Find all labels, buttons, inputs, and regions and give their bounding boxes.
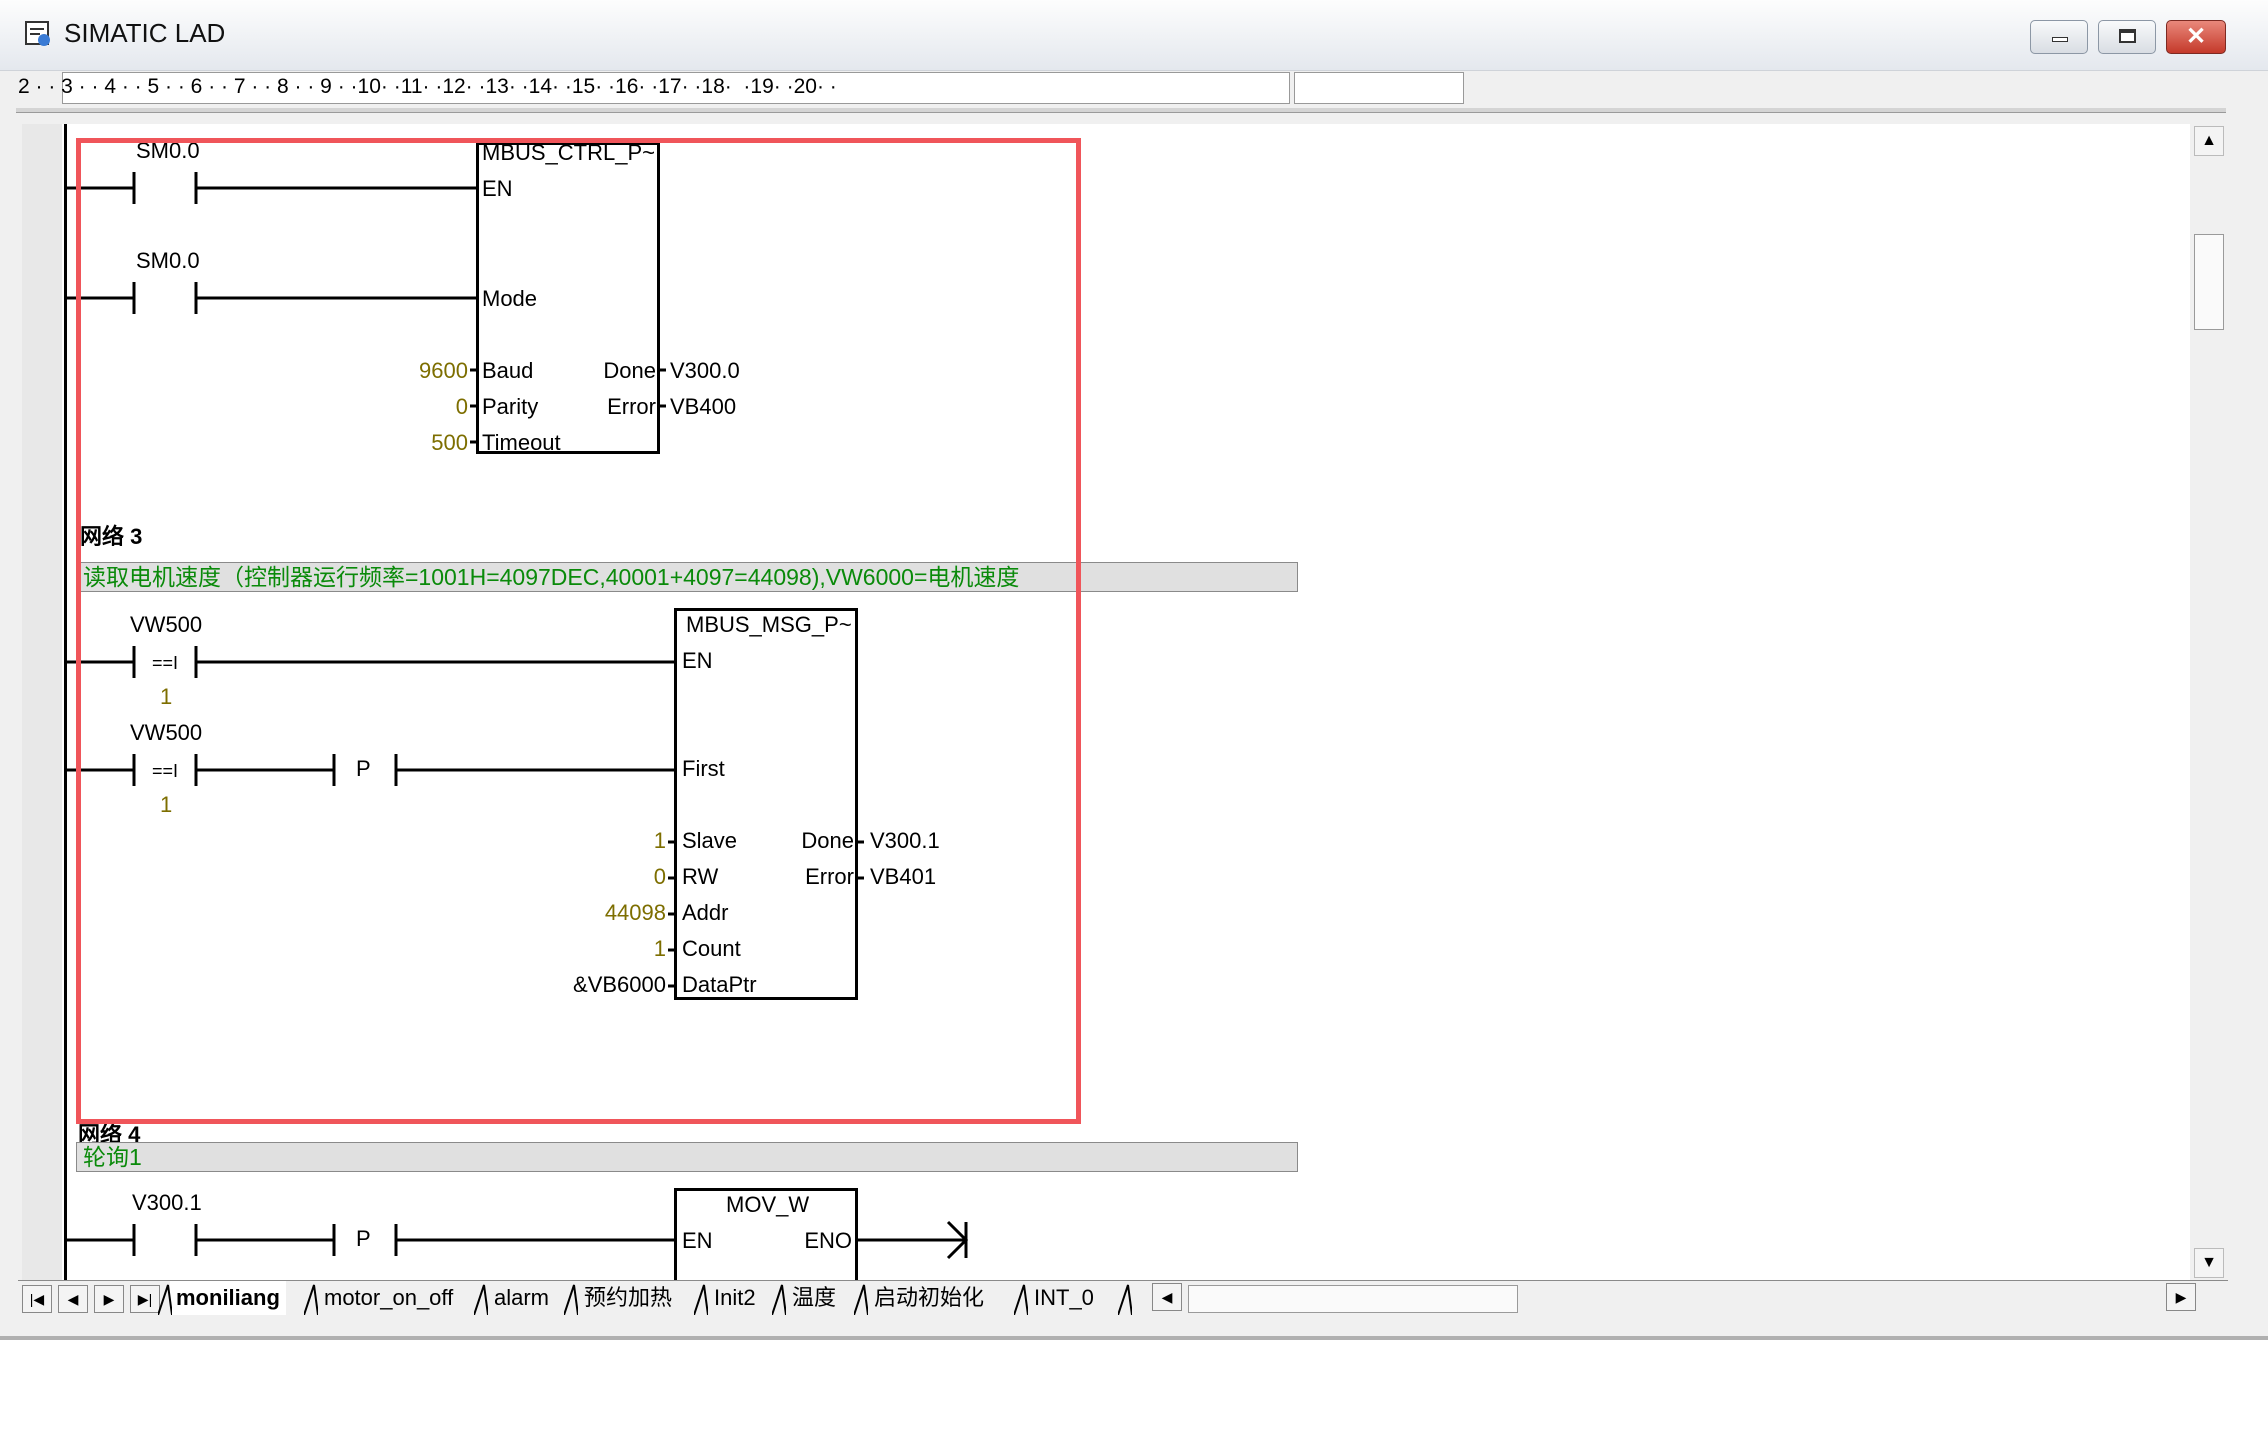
pin-eno: ENO xyxy=(804,1228,852,1253)
positive-edge-label: P xyxy=(356,1226,371,1251)
scroll-up-icon[interactable]: ▲ xyxy=(2194,126,2224,156)
tab-alarm[interactable]: alarm xyxy=(488,1281,555,1315)
tab-divider xyxy=(158,1284,172,1315)
maximize-button[interactable] xyxy=(2098,20,2156,54)
tab-divider xyxy=(1118,1284,1132,1315)
horizontal-scrollbar[interactable]: ◀ ▶ xyxy=(1148,1283,2228,1315)
scroll-down-icon[interactable]: ▼ xyxy=(2194,1248,2224,1278)
scroll-right-icon[interactable]: ▶ xyxy=(2166,1283,2196,1311)
tab-divider xyxy=(474,1284,488,1315)
ruler-strip-end xyxy=(1294,72,1464,104)
pin-en: EN xyxy=(682,1228,713,1253)
ruler-divider xyxy=(16,108,2226,113)
pou-tab-bar: |◀ ◀ ▶ ▶| moniliang motor_on_off alarm 预… xyxy=(18,1280,2228,1317)
ladder-editor[interactable]: SM0.0 SM0.0 MBUS_CTRL_P~ EN Mode Baud Pa… xyxy=(22,124,2190,1280)
vertical-scroll-thumb[interactable] xyxy=(2194,234,2224,330)
lad-editor-icon xyxy=(25,21,50,46)
tab-startup-init[interactable]: 启动初始化 xyxy=(868,1281,990,1315)
scroll-left-icon[interactable]: ◀ xyxy=(1152,1283,1182,1311)
prev-tab-icon[interactable]: ◀ xyxy=(58,1285,88,1313)
network-4-comment[interactable]: 轮询1 xyxy=(76,1142,1298,1172)
tab-divider xyxy=(564,1284,578,1315)
tab-divider xyxy=(854,1284,868,1315)
minimize-button[interactable] xyxy=(2030,20,2088,54)
simatic-lad-window: SIMATIC LAD ✕ 2 · · 3 · · 4 · · 5 · · 6 … xyxy=(0,0,2268,1340)
tab-init2[interactable]: Init2 xyxy=(708,1281,762,1315)
last-tab-icon[interactable]: ▶| xyxy=(130,1285,160,1313)
tab-divider xyxy=(1014,1284,1028,1315)
title-bar: SIMATIC LAD ✕ xyxy=(0,0,2268,71)
close-button[interactable]: ✕ xyxy=(2166,20,2226,54)
window-title: SIMATIC LAD xyxy=(64,18,226,48)
tab-moniliang[interactable]: moniliang xyxy=(170,1281,286,1315)
tab-divider xyxy=(772,1284,786,1315)
vertical-scrollbar[interactable]: ▲ ▼ xyxy=(2192,124,2226,1280)
tab-preheat[interactable]: 预约加热 xyxy=(578,1281,678,1315)
tab-motor-on-off[interactable]: motor_on_off xyxy=(318,1281,459,1315)
tab-int0[interactable]: INT_0 xyxy=(1028,1281,1100,1315)
contact-label[interactable]: V300.1 xyxy=(132,1190,202,1216)
tab-temperature[interactable]: 温度 xyxy=(786,1281,842,1315)
tab-divider xyxy=(304,1284,318,1315)
horizontal-scroll-thumb[interactable] xyxy=(1188,1285,1518,1313)
column-ruler: 2 · · 3 · · 4 · · 5 · · 6 · · 7 · · 8 · … xyxy=(14,70,1464,104)
first-tab-icon[interactable]: |◀ xyxy=(22,1285,52,1313)
block-name: MOV_W xyxy=(726,1192,810,1217)
ruler-labels: 2 · · 3 · · 4 · · 5 · · 6 · · 7 · · 8 · … xyxy=(18,75,837,98)
close-icon: ✕ xyxy=(2185,23,2207,50)
highlight-rectangle xyxy=(76,138,1081,1124)
next-tab-icon[interactable]: ▶ xyxy=(94,1285,124,1313)
tab-divider xyxy=(694,1284,708,1315)
